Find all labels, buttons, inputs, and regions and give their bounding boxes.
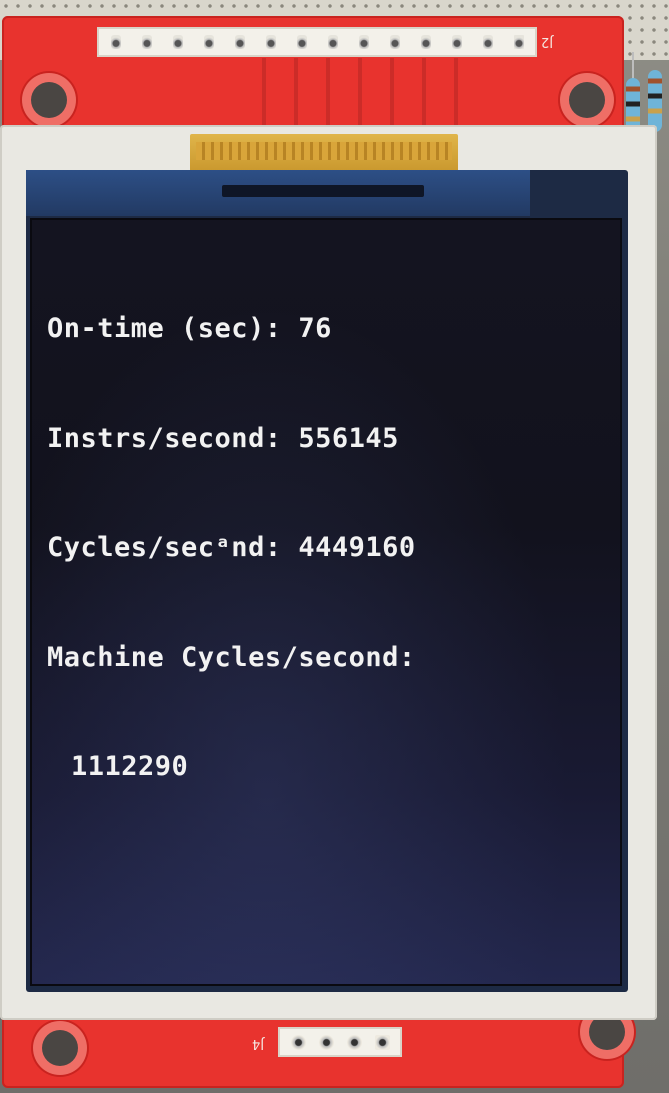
mount-hole-bottom-left bbox=[42, 1030, 78, 1066]
resistor bbox=[648, 70, 662, 132]
flex-cable bbox=[190, 134, 458, 174]
cycles-per-second-line: Cycles/secᵃnd: 4449160 bbox=[47, 532, 416, 563]
machine-cycles-label-line: Machine Cycles/second: bbox=[47, 641, 416, 673]
instructions-per-second-line: Instrs/second: 556145 bbox=[47, 422, 399, 454]
stats-readout: On-time (sec): 76 Instrs/second: 556145 … bbox=[47, 238, 416, 859]
on-time-line: On-time (sec): 76 bbox=[47, 313, 332, 344]
pin-header-j4 bbox=[278, 1027, 402, 1057]
silkscreen-label-j4: J4 bbox=[252, 1036, 265, 1051]
silkscreen-label-j2: J2 bbox=[541, 34, 554, 49]
lcd-glass-tab bbox=[222, 185, 424, 197]
machine-cycles-value-line: 1112290 bbox=[71, 751, 189, 782]
mount-hole-top-right bbox=[569, 82, 605, 118]
lcd-screen: On-time (sec): 76 Instrs/second: 556145 … bbox=[30, 218, 622, 986]
pin-header-j2 bbox=[97, 27, 537, 57]
mount-hole-top-left bbox=[31, 82, 67, 118]
